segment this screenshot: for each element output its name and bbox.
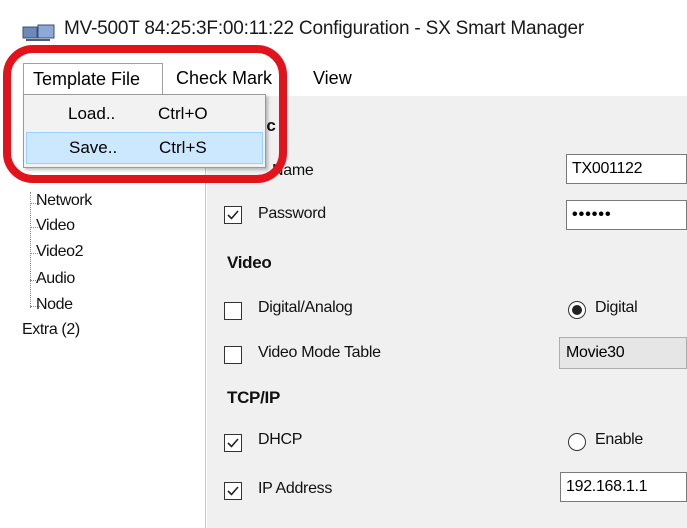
checkmark-icon	[227, 438, 239, 448]
tree-item-node[interactable]: Node	[36, 296, 73, 314]
template-file-menu: Load.. Ctrl+O Save.. Ctrl+S	[23, 94, 266, 168]
password-label: Password	[258, 205, 326, 222]
checkmark-icon	[227, 210, 239, 220]
digital-radio-label: Digital	[595, 299, 638, 316]
menu-item-save[interactable]: Save.. Ctrl+S	[26, 132, 263, 164]
menu-item-load[interactable]: Load.. Ctrl+O	[26, 98, 263, 130]
menu-check-mark[interactable]: Check Mark	[168, 62, 280, 94]
password-field[interactable]: ••••••	[566, 200, 687, 230]
tree-item-extra[interactable]: Extra (2)	[22, 321, 80, 339]
enable-radio[interactable]	[568, 433, 586, 451]
radio-selected-dot	[572, 305, 582, 315]
digital-radio[interactable]	[568, 301, 586, 319]
video-mode-table-checkbox[interactable]	[224, 346, 242, 364]
window-title: MV-500T 84:25:3F:00:11:22 Configuration …	[64, 18, 584, 39]
video-mode-table-label: Video Mode Table	[258, 344, 381, 361]
ip-address-checkbox[interactable]	[224, 482, 242, 500]
password-checkbox[interactable]	[224, 206, 242, 224]
unit-name-field[interactable]: TX001122	[566, 154, 687, 184]
dhcp-label: DHCP	[258, 431, 303, 448]
menu-template-file[interactable]: Template File	[23, 63, 163, 95]
monitor-app-icon	[22, 24, 55, 41]
digital-analog-label: Digital/Analog	[258, 299, 353, 316]
menu-item-save-label: Save..	[69, 138, 118, 157]
menu-item-save-shortcut: Ctrl+S	[159, 138, 207, 157]
ip-address-field[interactable]: 192.168.1.1	[560, 472, 687, 502]
menu-item-load-label: Load..	[68, 104, 116, 123]
tree-item-audio[interactable]: Audio	[36, 270, 75, 288]
video-mode-select[interactable]: Movie30	[559, 337, 687, 369]
tree-item-network[interactable]: Network	[36, 192, 92, 210]
tree-connector-line	[30, 192, 31, 308]
dhcp-checkbox[interactable]	[224, 434, 242, 452]
tree-item-video[interactable]: Video	[36, 217, 75, 235]
section-header-tcpip: TCP/IP	[227, 388, 280, 407]
menu-item-load-shortcut: Ctrl+O	[158, 104, 208, 123]
unit-name-label: Name	[272, 162, 314, 179]
ip-address-label: IP Address	[258, 480, 333, 497]
menu-view[interactable]: View	[305, 62, 360, 94]
title-bar: MV-500T 84:25:3F:00:11:22 Configuration …	[0, 0, 687, 62]
configuration-form: ic Name TX001122 Password •••••• Video D…	[207, 96, 687, 528]
enable-radio-label: Enable	[595, 431, 644, 448]
section-header-video: Video	[227, 253, 272, 272]
digital-analog-checkbox[interactable]	[224, 302, 242, 320]
tree-item-video2[interactable]: Video2	[36, 243, 84, 261]
checkmark-icon	[227, 486, 239, 496]
